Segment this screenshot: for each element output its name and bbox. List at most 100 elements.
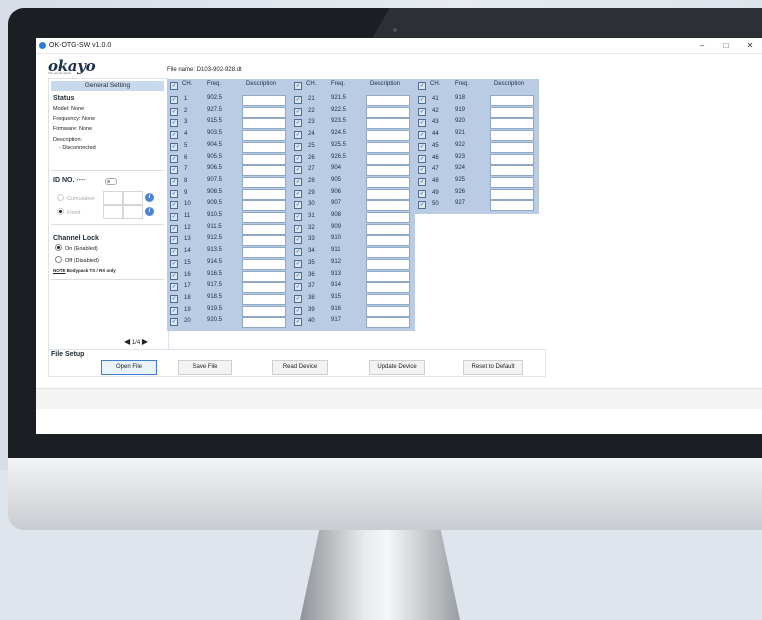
channel-checkbox[interactable]: ✓ — [170, 201, 178, 210]
cumulative-field-2[interactable] — [123, 191, 143, 205]
channel-checkbox[interactable]: ✓ — [170, 213, 178, 221]
fixed-field-2[interactable] — [123, 205, 143, 219]
channel-checkbox[interactable]: ✓ — [170, 224, 178, 233]
channel-description-input[interactable] — [490, 95, 534, 106]
channel-description-input[interactable] — [366, 118, 410, 130]
channel-checkbox[interactable]: ✓ — [294, 189, 302, 198]
channel-description-input[interactable] — [366, 188, 410, 200]
channel-checkbox[interactable]: ✓ — [170, 271, 178, 280]
channel-description-input[interactable] — [366, 200, 410, 212]
channel-checkbox[interactable]: ✓ — [170, 166, 178, 175]
open-file-button[interactable]: Open File — [101, 360, 157, 375]
channel-description-input[interactable] — [366, 130, 410, 142]
channel-description-input[interactable] — [242, 282, 286, 294]
channel-checkbox[interactable]: ✓ — [294, 236, 302, 245]
channel-description-input[interactable] — [242, 258, 286, 270]
channel-description-input[interactable] — [242, 130, 286, 142]
channel-checkbox[interactable]: ✓ — [170, 154, 178, 163]
channel-checkbox[interactable]: ✓ — [294, 213, 302, 221]
select-all-checkbox[interactable]: ✓ — [418, 82, 426, 90]
channel-description-input[interactable] — [242, 176, 286, 188]
channel-description-input[interactable] — [366, 141, 410, 153]
channel-checkbox[interactable]: ✓ — [294, 96, 302, 104]
channel-checkbox[interactable]: ✓ — [294, 142, 302, 151]
tab-general-setting[interactable]: General Setting — [51, 81, 164, 91]
channel-checkbox[interactable]: ✓ — [418, 166, 426, 175]
channel-checkbox[interactable]: ✓ — [294, 306, 302, 315]
channel-description-input[interactable] — [490, 118, 534, 130]
channel-description-input[interactable] — [366, 223, 410, 235]
channel-description-input[interactable] — [242, 106, 286, 118]
channel-description-input[interactable] — [490, 141, 534, 153]
channel-description-input[interactable] — [242, 95, 286, 106]
lock-on-radio[interactable] — [55, 244, 62, 251]
channel-checkbox[interactable]: ✓ — [418, 96, 426, 104]
channel-description-input[interactable] — [366, 165, 410, 177]
channel-description-input[interactable] — [366, 258, 410, 270]
channel-description-input[interactable] — [366, 106, 410, 118]
read-device-button[interactable]: Read Device — [272, 360, 328, 375]
channel-checkbox[interactable]: ✓ — [418, 131, 426, 140]
select-all-checkbox[interactable]: ✓ — [170, 82, 178, 90]
channel-description-input[interactable] — [366, 95, 410, 106]
channel-checkbox[interactable]: ✓ — [170, 259, 178, 268]
channel-checkbox[interactable]: ✓ — [294, 259, 302, 268]
channel-description-input[interactable] — [242, 293, 286, 305]
channel-description-input[interactable] — [366, 317, 410, 329]
channel-description-input[interactable] — [242, 212, 286, 223]
channel-checkbox[interactable]: ✓ — [170, 177, 178, 186]
channel-description-input[interactable] — [490, 176, 534, 188]
update-device-button[interactable]: Update Device — [369, 360, 425, 375]
channel-description-input[interactable] — [242, 188, 286, 200]
channel-checkbox[interactable]: ✓ — [418, 201, 426, 210]
channel-description-input[interactable] — [366, 270, 410, 282]
lock-off-radio[interactable] — [55, 256, 62, 263]
channel-checkbox[interactable]: ✓ — [170, 131, 178, 140]
maximize-button[interactable]: □ — [714, 38, 738, 53]
fixed-radio[interactable] — [57, 208, 64, 215]
channel-description-input[interactable] — [366, 235, 410, 247]
fixed-option[interactable]: Fixed — [57, 208, 80, 216]
channel-description-input[interactable] — [242, 223, 286, 235]
lock-on-option[interactable]: On (Enabled) — [55, 244, 98, 252]
channel-description-input[interactable] — [242, 118, 286, 130]
channel-checkbox[interactable]: ✓ — [294, 318, 302, 327]
channel-checkbox[interactable]: ✓ — [170, 248, 178, 257]
cumulative-field-1[interactable] — [103, 191, 123, 205]
select-all-checkbox[interactable]: ✓ — [294, 82, 302, 90]
channel-checkbox[interactable]: ✓ — [294, 154, 302, 163]
minimize-button[interactable]: – — [690, 38, 714, 53]
channel-checkbox[interactable]: ✓ — [170, 318, 178, 327]
channel-checkbox[interactable]: ✓ — [170, 142, 178, 151]
channel-checkbox[interactable]: ✓ — [294, 177, 302, 186]
cumulative-radio[interactable] — [57, 194, 64, 201]
channel-description-input[interactable] — [242, 200, 286, 212]
channel-checkbox[interactable]: ✓ — [294, 119, 302, 128]
cumulative-option[interactable]: Cumulative — [57, 194, 95, 202]
channel-checkbox[interactable]: ✓ — [294, 166, 302, 175]
channel-description-input[interactable] — [490, 200, 534, 212]
info-icon[interactable]: i — [145, 207, 154, 216]
channel-checkbox[interactable]: ✓ — [170, 236, 178, 245]
channel-checkbox[interactable]: ✓ — [294, 271, 302, 280]
channel-checkbox[interactable]: ✓ — [418, 107, 426, 116]
channel-description-input[interactable] — [242, 247, 286, 259]
channel-description-input[interactable] — [366, 305, 410, 317]
channel-checkbox[interactable]: ✓ — [170, 294, 178, 303]
channel-checkbox[interactable]: ✓ — [418, 119, 426, 128]
lock-off-option[interactable]: Off (Disabled) — [55, 256, 99, 264]
channel-description-input[interactable] — [242, 305, 286, 317]
channel-description-input[interactable] — [490, 165, 534, 177]
info-icon[interactable]: i — [145, 193, 154, 202]
channel-checkbox[interactable]: ✓ — [170, 96, 178, 104]
channel-checkbox[interactable]: ✓ — [170, 189, 178, 198]
channel-checkbox[interactable]: ✓ — [418, 189, 426, 198]
channel-checkbox[interactable]: ✓ — [418, 154, 426, 163]
channel-description-input[interactable] — [242, 235, 286, 247]
channel-description-input[interactable] — [242, 165, 286, 177]
reset-to-default-button[interactable]: Reset to Default — [463, 360, 523, 375]
channel-checkbox[interactable]: ✓ — [294, 107, 302, 116]
channel-description-input[interactable] — [490, 153, 534, 165]
channel-checkbox[interactable]: ✓ — [418, 177, 426, 186]
channel-description-input[interactable] — [490, 130, 534, 142]
